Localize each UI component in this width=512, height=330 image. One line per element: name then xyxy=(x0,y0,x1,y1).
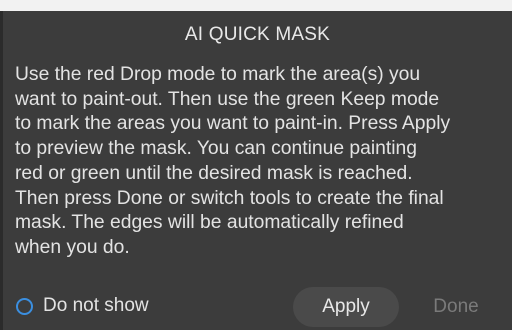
apply-button[interactable]: Apply xyxy=(293,287,399,327)
instructions-text: Use the red Drop mode to mark the area(s… xyxy=(15,64,451,258)
dialog-title: AI QUICK MASK xyxy=(184,24,331,45)
ai-quick-mask-dialog: AI QUICK MASK Use the red Drop mode to m… xyxy=(0,11,512,330)
do-not-show-radio-icon[interactable] xyxy=(16,297,33,315)
do-not-show-label: Do not show xyxy=(43,295,149,316)
do-not-show-option[interactable]: Do not show xyxy=(16,295,149,317)
dialog-footer: Do not show Apply Done xyxy=(3,287,512,327)
done-button[interactable]: Done xyxy=(406,287,506,327)
